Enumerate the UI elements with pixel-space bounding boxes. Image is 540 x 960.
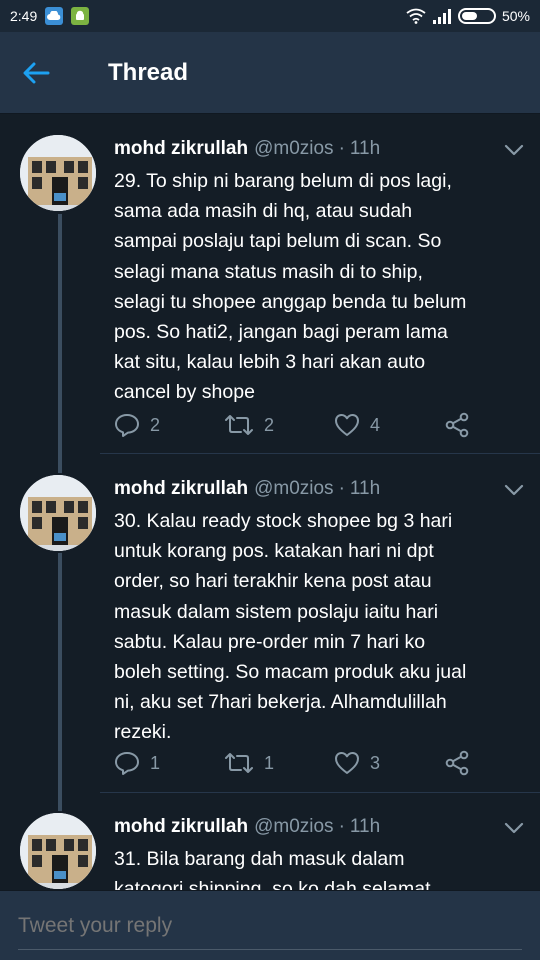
reply-button[interactable]: 1 — [114, 748, 160, 778]
chevron-down-icon[interactable] — [500, 142, 528, 158]
reply-button[interactable]: 2 — [114, 410, 160, 440]
like-button[interactable]: 4 — [334, 410, 380, 440]
avatar[interactable] — [18, 811, 98, 890]
tweet-actions: 1 1 3 — [114, 748, 534, 778]
heart-icon — [335, 752, 359, 774]
tweet-time: 11h — [349, 816, 381, 837]
status-time: 2:49 — [10, 8, 38, 24]
like-button[interactable]: 3 — [334, 748, 380, 778]
tweet-item[interactable]: mohd zikrullah @m0zios · 11h 29. To ship… — [0, 114, 540, 454]
wifi-icon — [406, 8, 426, 24]
tweet-item[interactable]: mohd zikrullah @m0zios · 11h 30. Kalau r… — [0, 454, 540, 794]
like-count: 4 — [370, 414, 381, 435]
reply-count: 1 — [150, 752, 161, 773]
author-name[interactable]: mohd zikrullah — [114, 138, 248, 160]
tweet-time: 11h — [349, 138, 381, 159]
battery-text: 50% — [501, 8, 530, 24]
reply-underline — [18, 949, 522, 950]
thread-feed[interactable]: mohd zikrullah @m0zios · 11h 29. To ship… — [0, 114, 540, 890]
retweet-button[interactable]: 1 — [224, 748, 274, 778]
back-arrow-icon — [23, 62, 50, 83]
share-button[interactable] — [444, 748, 470, 778]
retweet-count: 2 — [264, 414, 275, 435]
chevron-down-icon[interactable] — [500, 482, 528, 498]
tweet-time: 11h — [349, 478, 381, 499]
separator-dot: · — [338, 138, 345, 159]
reply-icon — [115, 752, 139, 775]
tweet-text: 31. Bila barang dah masuk dalam katogori… — [114, 848, 431, 890]
cloud-notification-icon — [45, 7, 64, 25]
page-title: Thread — [108, 58, 189, 86]
share-button[interactable] — [444, 410, 470, 440]
reply-count: 2 — [150, 414, 161, 435]
author-handle[interactable]: @m0zios — [254, 816, 333, 838]
tweet-header: mohd zikrullah @m0zios · 11h — [114, 474, 540, 504]
signal-icon — [432, 9, 451, 24]
like-count: 3 — [370, 752, 381, 773]
reply-icon — [115, 414, 139, 437]
retweet-button[interactable]: 2 — [224, 410, 274, 440]
retweet-count: 1 — [264, 752, 275, 773]
separator-dot: · — [338, 816, 345, 837]
author-name[interactable]: mohd zikrullah — [114, 816, 248, 838]
author-name[interactable]: mohd zikrullah — [114, 478, 248, 500]
status-bar: 2:49 50% — [0, 0, 540, 32]
battery-icon — [457, 8, 496, 24]
tweet-text: 29. To ship ni barang belum di pos lagi,… — [114, 170, 467, 404]
reply-bar — [0, 890, 540, 960]
tweet-text: 30. Kalau ready stock shopee bg 3 hari u… — [114, 510, 467, 744]
tweet-actions: 2 2 4 — [114, 410, 534, 440]
author-handle[interactable]: @m0zios — [254, 478, 333, 500]
app-header: Thread — [0, 32, 540, 114]
reply-input[interactable] — [18, 909, 522, 943]
share-icon — [445, 412, 469, 438]
android-notification-icon — [71, 7, 90, 25]
retweet-icon — [225, 753, 253, 773]
separator-dot: · — [338, 478, 345, 499]
avatar[interactable] — [18, 473, 98, 553]
retweet-icon — [225, 415, 253, 435]
author-handle[interactable]: @m0zios — [254, 138, 333, 160]
chevron-down-icon[interactable] — [500, 820, 528, 836]
tweet-item[interactable]: mohd zikrullah @m0zios · 11h 31. Bila ba… — [0, 792, 540, 890]
avatar[interactable] — [18, 133, 98, 213]
tweet-header: mohd zikrullah @m0zios · 11h — [114, 134, 540, 164]
back-button[interactable] — [0, 32, 72, 114]
tweet-header: mohd zikrullah @m0zios · 11h — [114, 812, 540, 842]
share-icon — [445, 750, 469, 776]
heart-icon — [335, 414, 359, 436]
